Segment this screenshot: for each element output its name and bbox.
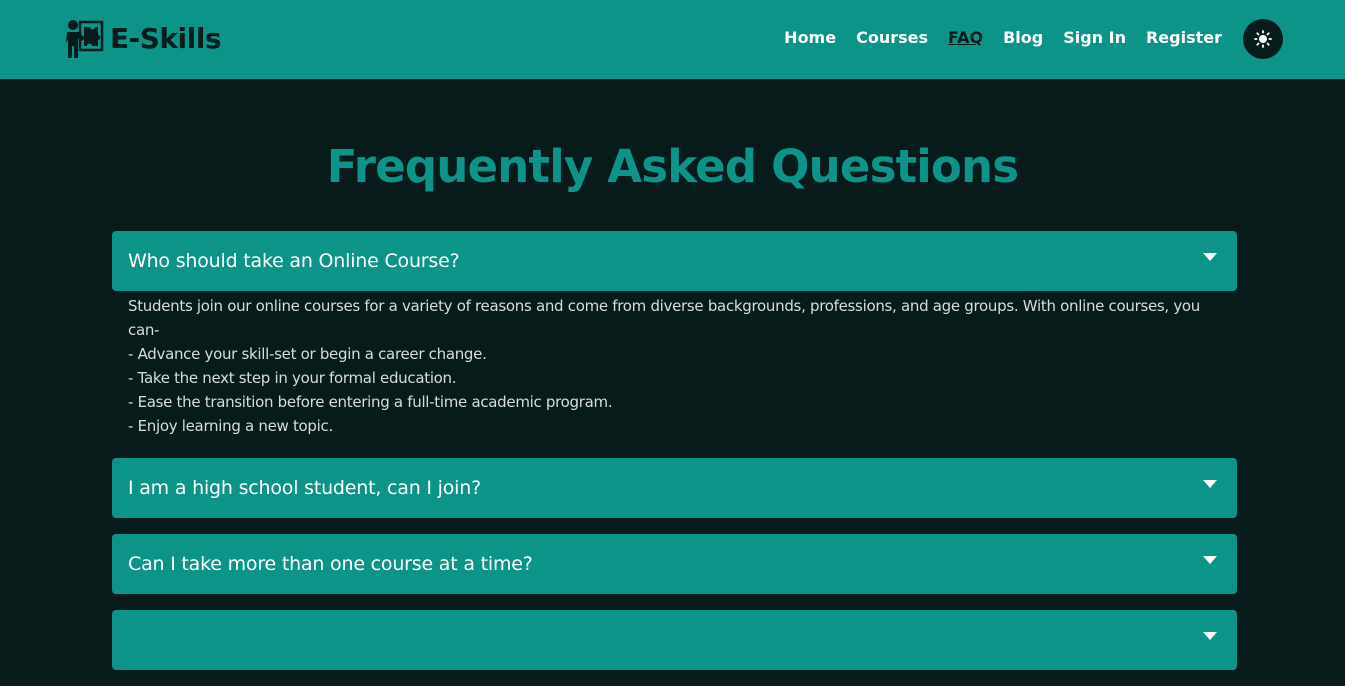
faq-answer-intro: Students join our online courses for a v… bbox=[128, 297, 1200, 339]
nav-link-sign-in[interactable]: Sign In bbox=[1063, 26, 1126, 50]
nav-link-blog[interactable]: Blog bbox=[1003, 26, 1043, 50]
page-title: Frequently Asked Questions bbox=[326, 140, 1019, 193]
faq-question-text: Who should take an Online Course? bbox=[128, 250, 460, 272]
caret-down-icon bbox=[1203, 556, 1217, 564]
faq-item: Can I take more than one course at a tim… bbox=[112, 534, 1237, 594]
faq-answer-point: - Advance your skill-set or begin a care… bbox=[128, 345, 487, 363]
nav-link-faq[interactable]: FAQ bbox=[948, 26, 983, 50]
faq-accordion: Who should take an Online Course? Studen… bbox=[112, 231, 1237, 686]
faq-item: I am a high school student, can I join? bbox=[112, 458, 1237, 518]
faq-item: Who should take an Online Course? Studen… bbox=[112, 231, 1237, 442]
faq-question-text: Can I take more than one course at a tim… bbox=[128, 553, 533, 575]
faq-answer-point: - Enjoy learning a new topic. bbox=[128, 417, 333, 435]
faq-question-toggle[interactable] bbox=[112, 610, 1237, 670]
faq-answer-point: - Take the next step in your formal educ… bbox=[128, 369, 457, 387]
nav-link-courses[interactable]: Courses bbox=[856, 26, 928, 50]
faq-item bbox=[112, 610, 1237, 670]
main-nav: Home Courses FAQ Blog Sign In Register bbox=[784, 26, 1222, 50]
theme-toggle-button[interactable] bbox=[1243, 19, 1283, 59]
nav-link-register[interactable]: Register bbox=[1146, 26, 1222, 50]
faq-question-text: I am a high school student, can I join? bbox=[128, 477, 481, 499]
caret-down-icon bbox=[1203, 253, 1217, 261]
brand-logo-link[interactable]: E-Skills bbox=[66, 18, 222, 60]
faq-question-toggle[interactable]: I am a high school student, can I join? bbox=[112, 458, 1237, 518]
sun-icon bbox=[1254, 30, 1272, 48]
faq-question-toggle[interactable]: Can I take more than one course at a tim… bbox=[112, 534, 1237, 594]
faq-answer: Students join our online courses for a v… bbox=[112, 291, 1237, 442]
caret-down-icon bbox=[1203, 480, 1217, 488]
brand-name: E-Skills bbox=[110, 22, 222, 55]
nav-link-home[interactable]: Home bbox=[784, 26, 836, 50]
faq-question-toggle[interactable]: Who should take an Online Course? bbox=[112, 231, 1237, 291]
navbar: E-Skills Home Courses FAQ Blog Sign In R… bbox=[0, 0, 1345, 79]
caret-down-icon bbox=[1203, 632, 1217, 640]
faq-answer-point: - Ease the transition before entering a … bbox=[128, 393, 613, 411]
teacher-puzzle-icon bbox=[66, 20, 104, 58]
